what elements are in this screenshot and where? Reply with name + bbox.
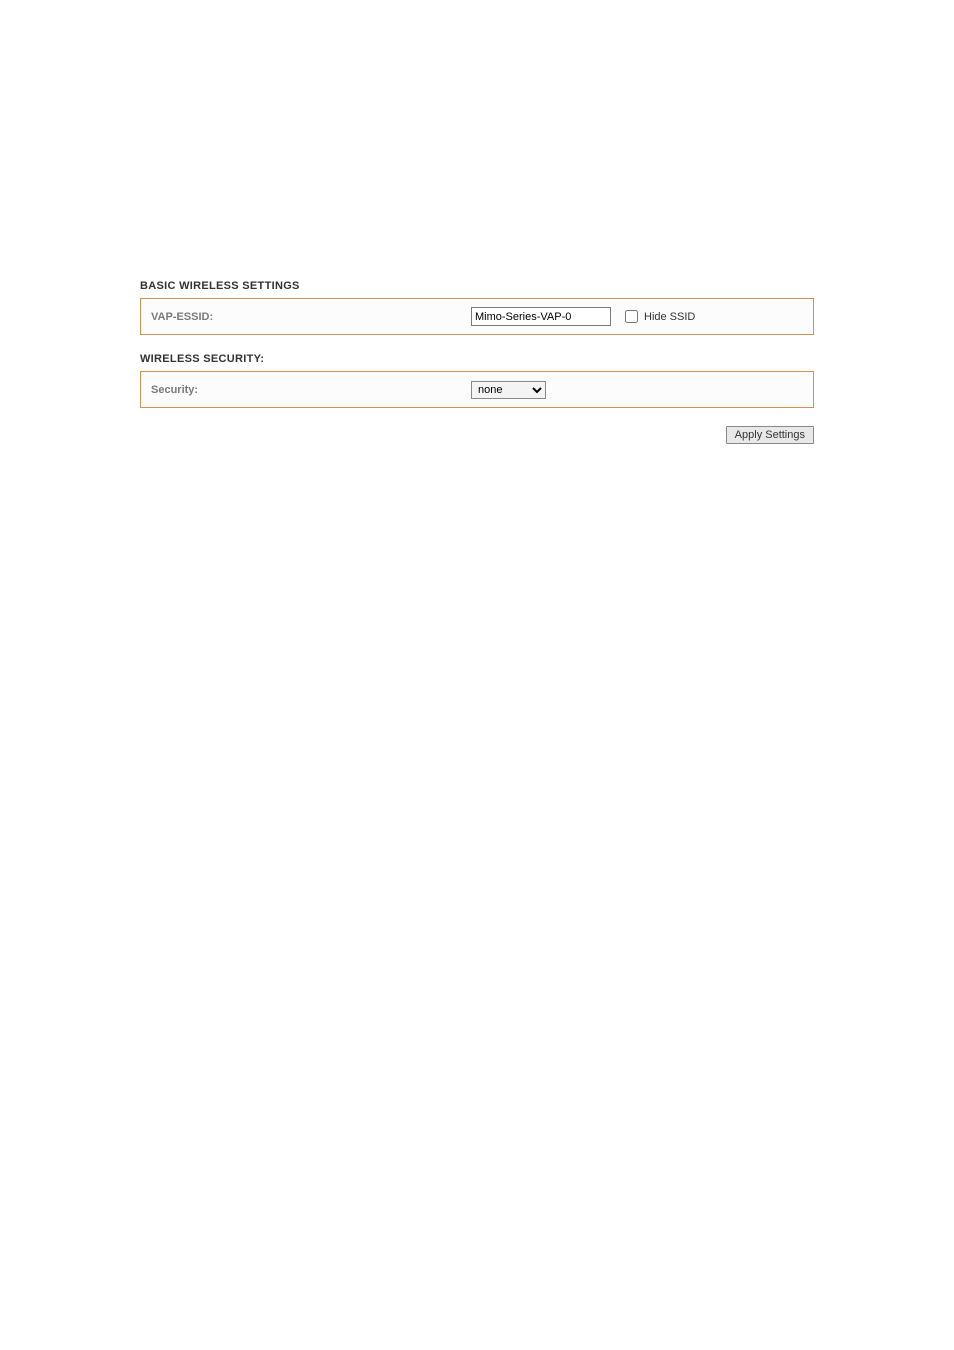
security-row: Security: none (141, 372, 813, 407)
hide-ssid-wrap: Hide SSID (625, 310, 695, 323)
hide-ssid-label: Hide SSID (644, 311, 695, 323)
security-controls: none (471, 380, 546, 399)
security-select-wrap: none (471, 380, 546, 399)
wireless-security-box: Security: none (140, 371, 814, 408)
security-label: Security: (151, 384, 471, 396)
basic-wireless-settings-box: VAP-ESSID: Hide SSID (140, 298, 814, 335)
basic-wireless-settings-header: BASIC WIRELESS SETTINGS (140, 280, 814, 292)
vap-essid-label: VAP-ESSID: (151, 311, 471, 323)
button-row: Apply Settings (140, 426, 814, 444)
vap-essid-controls: Hide SSID (471, 307, 695, 326)
security-select[interactable]: none (471, 381, 546, 399)
vap-essid-row: VAP-ESSID: Hide SSID (141, 299, 813, 334)
wireless-security-header: WIRELESS SECURITY: (140, 353, 814, 365)
apply-settings-button[interactable]: Apply Settings (726, 426, 814, 444)
hide-ssid-checkbox[interactable] (625, 310, 638, 323)
vap-essid-input[interactable] (471, 307, 611, 326)
